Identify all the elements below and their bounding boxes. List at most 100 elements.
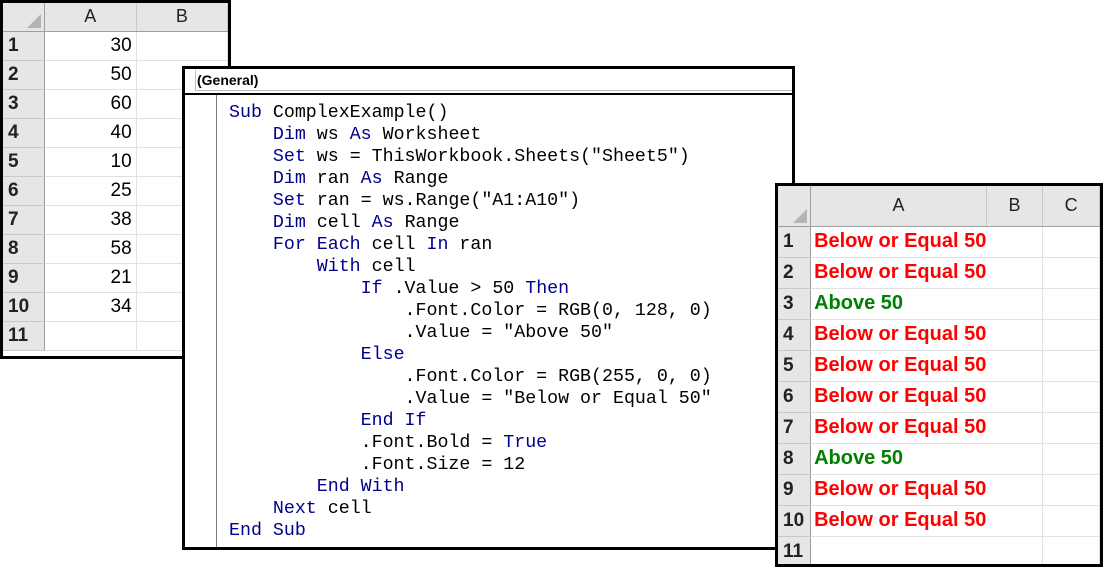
cell-a[interactable]: Above 50	[810, 288, 987, 320]
row-header[interactable]: 3	[3, 89, 45, 119]
code-line[interactable]: .Font.Bold = True	[229, 432, 712, 454]
code-line[interactable]: Next cell	[229, 498, 712, 520]
cell-b[interactable]	[136, 31, 228, 61]
row-header[interactable]: 8	[3, 234, 45, 264]
code-line[interactable]: .Value = "Below or Equal 50"	[229, 388, 712, 410]
cell-a[interactable]: Below or Equal 50	[810, 474, 987, 506]
cell-a[interactable]: Below or Equal 50	[810, 381, 987, 413]
row-header[interactable]: 7	[778, 412, 812, 444]
cell-c[interactable]	[1042, 350, 1100, 382]
cell-a[interactable]: Below or Equal 50	[810, 257, 987, 289]
code-line[interactable]: End With	[229, 476, 712, 498]
cell-b[interactable]	[986, 319, 1044, 351]
code-line[interactable]: Else	[229, 344, 712, 366]
cell-a[interactable]: 30	[44, 31, 137, 61]
row-header[interactable]: 10	[778, 505, 812, 537]
cell-a[interactable]: Below or Equal 50	[810, 319, 987, 351]
cell-a[interactable]: Below or Equal 50	[810, 412, 987, 444]
cell-a[interactable]	[810, 536, 987, 564]
row-header[interactable]: 6	[778, 381, 812, 413]
row-header[interactable]: 7	[3, 205, 45, 235]
cell-b[interactable]	[986, 505, 1044, 537]
select-all-corner[interactable]	[3, 3, 45, 32]
code-line[interactable]: .Font.Color = RGB(255, 0, 0)	[229, 366, 712, 388]
cell-a[interactable]	[44, 321, 137, 351]
cell-c[interactable]	[1042, 319, 1100, 351]
cell-c[interactable]	[1042, 536, 1100, 564]
row-header[interactable]: 9	[778, 474, 812, 506]
code-line[interactable]: With cell	[229, 256, 712, 278]
row-header[interactable]: 4	[778, 319, 812, 351]
cell-c[interactable]	[1042, 257, 1100, 289]
code-line[interactable]: End Sub	[229, 520, 712, 542]
row-header[interactable]: 1	[3, 31, 45, 61]
cell-b[interactable]	[986, 257, 1044, 289]
cell-c[interactable]	[1042, 505, 1100, 537]
code-line[interactable]: End If	[229, 410, 712, 432]
cell-b[interactable]	[986, 536, 1044, 564]
cell-c[interactable]	[1042, 381, 1100, 413]
column-header-b[interactable]: B	[986, 186, 1044, 227]
row-header[interactable]: 11	[3, 321, 45, 351]
cell-b[interactable]	[986, 226, 1044, 258]
cell-a[interactable]: 50	[44, 60, 137, 90]
code-line[interactable]: Sub ComplexExample()	[229, 102, 712, 124]
row-header[interactable]: 8	[778, 443, 812, 475]
object-dropdown[interactable]: (General)	[185, 69, 792, 95]
cell-c[interactable]	[1042, 412, 1100, 444]
cell-b[interactable]	[986, 412, 1044, 444]
code-line[interactable]: Dim ws As Worksheet	[229, 124, 712, 146]
cell-a[interactable]: 38	[44, 205, 137, 235]
cell-a[interactable]: 10	[44, 147, 137, 177]
row-header[interactable]: 2	[778, 257, 812, 289]
code-text: ComplexExample()	[272, 103, 449, 123]
column-header-b[interactable]: B	[136, 3, 228, 32]
cell-a[interactable]: 34	[44, 292, 137, 322]
cell-b[interactable]	[986, 443, 1044, 475]
cell-b[interactable]	[986, 288, 1044, 320]
code-line[interactable]: If .Value > 50 Then	[229, 278, 712, 300]
cell-b[interactable]	[986, 350, 1044, 382]
cell-a[interactable]: Above 50	[810, 443, 987, 475]
cell-c[interactable]	[1042, 474, 1100, 506]
row-header[interactable]: 9	[3, 263, 45, 293]
code-line[interactable]: .Value = "Above 50"	[229, 322, 712, 344]
row-header[interactable]: 11	[778, 536, 812, 564]
cell-a[interactable]: 58	[44, 234, 137, 264]
cell-a[interactable]: Below or Equal 50	[810, 505, 987, 537]
margin-indicator-bar[interactable]	[185, 95, 217, 547]
cell-a[interactable]: 21	[44, 263, 137, 293]
cell-a[interactable]: 25	[44, 176, 137, 206]
row-header[interactable]: 6	[3, 176, 45, 206]
code-line[interactable]: Dim cell As Range	[229, 212, 712, 234]
code-line[interactable]: Set ws = ThisWorkbook.Sheets("Sheet5")	[229, 146, 712, 168]
cell-a[interactable]: Below or Equal 50	[810, 350, 987, 382]
cell-a[interactable]: Below or Equal 50	[810, 226, 987, 258]
row-header[interactable]: 1	[778, 226, 812, 258]
column-header-a[interactable]: A	[810, 186, 987, 227]
code-line[interactable]: Set ran = ws.Range("A1:A10")	[229, 190, 712, 212]
column-header-c[interactable]: C	[1042, 186, 1100, 227]
cell-a[interactable]: 40	[44, 118, 137, 148]
code-line[interactable]: Dim ran As Range	[229, 168, 712, 190]
column-header-a[interactable]: A	[44, 3, 137, 32]
cell-b[interactable]	[986, 474, 1044, 506]
row-header[interactable]: 4	[3, 118, 45, 148]
code-line[interactable]: .Font.Size = 12	[229, 454, 712, 476]
row-header[interactable]: 3	[778, 288, 812, 320]
cell-c[interactable]	[1042, 226, 1100, 258]
row-header[interactable]: 5	[3, 147, 45, 177]
row-header[interactable]: 5	[778, 350, 812, 382]
code-line[interactable]: .Font.Color = RGB(0, 128, 0)	[229, 300, 712, 322]
row-header[interactable]: 2	[3, 60, 45, 90]
code-text: ran	[305, 169, 361, 189]
cell-c[interactable]	[1042, 443, 1100, 475]
row-header[interactable]: 10	[3, 292, 45, 322]
cell-c[interactable]	[1042, 288, 1100, 320]
code-line[interactable]: For Each cell In ran	[229, 234, 712, 256]
code-editor[interactable]: Sub ComplexExample() Dim ws As Worksheet…	[229, 102, 712, 542]
select-all-corner[interactable]	[778, 186, 812, 227]
cell-a[interactable]: 60	[44, 89, 137, 119]
cell-b[interactable]	[986, 381, 1044, 413]
